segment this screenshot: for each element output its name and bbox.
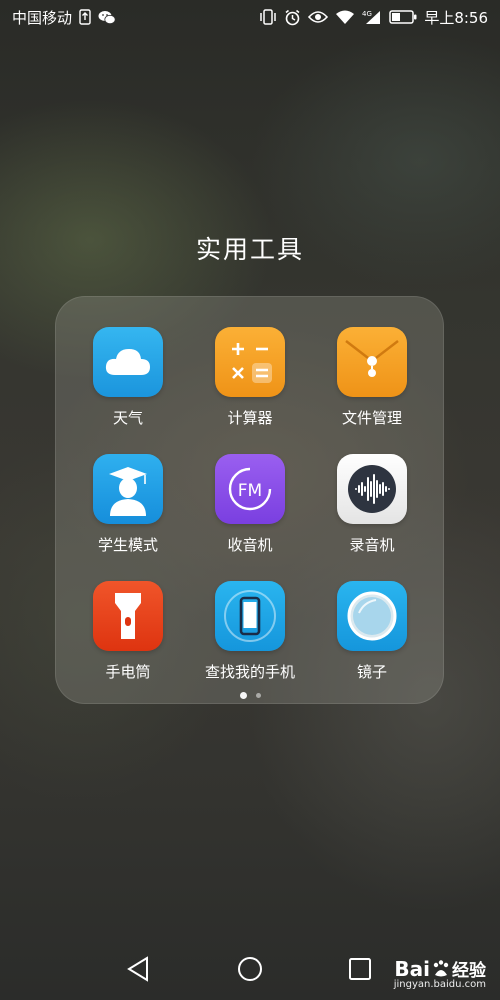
eye-comfort-icon [308, 10, 329, 24]
wifi-icon [335, 9, 355, 25]
status-bar: 中国移动 4G 早上8:56 [0, 0, 500, 34]
app-file-manager[interactable]: 文件管理 [317, 327, 427, 447]
svg-text:4G: 4G [362, 10, 372, 18]
app-label: 计算器 [227, 409, 273, 427]
back-button[interactable] [123, 954, 153, 984]
baidu-paw-icon [431, 959, 451, 979]
clock: 早上8:56 [424, 8, 488, 27]
page-indicator [56, 690, 445, 700]
battery-icon [389, 10, 417, 24]
app-mirror[interactable]: 镜子 [317, 581, 427, 701]
svg-text:FM: FM [238, 481, 262, 501]
app-label: 查找我的手机 [204, 663, 295, 681]
page-dot[interactable] [256, 692, 261, 698]
recorder-waveform-icon [337, 454, 407, 524]
app-calculator[interactable]: 计算器 [195, 327, 305, 447]
mirror-icon [337, 581, 407, 651]
wechat-icon [98, 10, 116, 25]
app-label: 录音机 [349, 536, 395, 554]
sim-update-icon [79, 9, 91, 25]
recents-button[interactable] [345, 954, 375, 984]
app-label: 镜子 [356, 663, 387, 681]
calculator-icon [215, 327, 285, 397]
alarm-icon [284, 9, 301, 26]
flashlight-icon [93, 581, 163, 651]
carrier-label: 中国移动 [12, 8, 73, 27]
navigation-bar: Bai 经验 jingyan.baidu.com [0, 940, 500, 1000]
weather-cloud-icon [93, 327, 163, 397]
app-label: 手电筒 [105, 663, 151, 681]
app-student-mode[interactable]: 学生模式 [73, 454, 183, 574]
signal-4g-icon: 4G [362, 9, 382, 25]
app-label: 收音机 [227, 536, 273, 554]
app-flashlight[interactable]: 手电筒 [73, 581, 183, 701]
app-label: 文件管理 [341, 409, 402, 427]
file-manager-envelope-icon [337, 327, 407, 397]
app-label: 学生模式 [97, 536, 158, 554]
radio-fm-icon: FM [215, 454, 285, 524]
folder-panel: 天气 计算器 文件管理 学生模式 FM 收音机 录音机 手电筒 查找我的手机 镜… [55, 296, 444, 704]
folder-title[interactable]: 实用工具 [0, 230, 500, 266]
app-recorder[interactable]: 录音机 [317, 454, 427, 574]
app-find-my-phone[interactable]: 查找我的手机 [195, 581, 305, 701]
app-label: 天气 [112, 409, 143, 427]
watermark-brand: Bai [394, 956, 430, 981]
app-weather[interactable]: 天气 [73, 327, 183, 447]
vibrate-icon [259, 9, 277, 25]
baidu-jingyan-watermark: Bai 经验 jingyan.baidu.com [393, 956, 486, 991]
app-radio[interactable]: FM 收音机 [195, 454, 305, 574]
page-dot-active [240, 691, 247, 699]
home-button[interactable] [235, 954, 265, 984]
student-graduate-icon [93, 454, 163, 524]
find-phone-icon [215, 581, 285, 651]
watermark-url: jingyan.baidu.com [393, 979, 486, 990]
watermark-brand-suffix: 经验 [452, 961, 486, 981]
